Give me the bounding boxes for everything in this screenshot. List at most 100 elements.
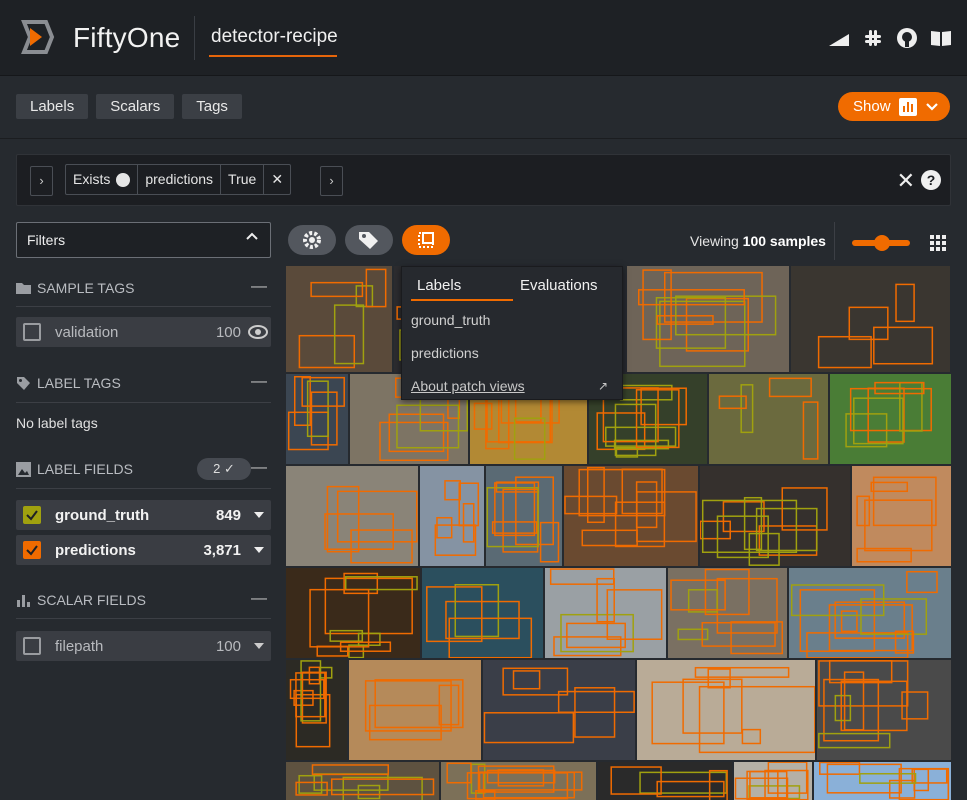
sample-thumbnail[interactable]: [709, 374, 828, 464]
external-link-icon[interactable]: ↗: [598, 379, 608, 393]
grid-icon[interactable]: [930, 235, 946, 251]
detection-boxes: [434, 480, 480, 556]
popover-tab-labels[interactable]: Labels: [417, 277, 461, 294]
view-stage[interactable]: Exists? predictions True ✕: [65, 164, 292, 195]
viewing-prefix: Viewing: [690, 233, 739, 249]
detection-boxes: [486, 476, 560, 563]
scalar-field-row-filepath[interactable]: filepath 100: [16, 631, 271, 661]
sample-thumbnail[interactable]: [700, 466, 850, 566]
stage-op-label: Exists: [73, 171, 111, 187]
tag-icon: [16, 283, 31, 294]
caret-down-icon[interactable]: [254, 547, 264, 553]
sample-thumbnail[interactable]: [817, 660, 951, 760]
checkbox[interactable]: [23, 637, 41, 655]
sample-thumbnail[interactable]: [286, 762, 439, 800]
sample-thumbnail[interactable]: [422, 568, 543, 658]
stage-value[interactable]: True: [221, 165, 265, 194]
help-icon[interactable]: ?: [116, 171, 131, 187]
sample-thumbnail[interactable]: [668, 568, 787, 658]
clear-view-icon[interactable]: ✕: [897, 168, 915, 194]
sample-thumbnail[interactable]: [286, 466, 418, 566]
patches-button[interactable]: [402, 225, 450, 255]
detection-boxes: [309, 572, 418, 658]
collapse-icon[interactable]: —: [251, 373, 267, 391]
stage-op[interactable]: Exists?: [66, 165, 139, 194]
sample-tag-row[interactable]: validation 100: [16, 317, 271, 347]
filters-dropdown[interactable]: Filters: [16, 222, 271, 258]
image-icon: [16, 461, 31, 477]
label-tag-icon: [17, 376, 30, 390]
checkbox[interactable]: [23, 323, 41, 341]
sample-thumbnail[interactable]: [564, 466, 698, 566]
sample-thumbnail[interactable]: [852, 466, 951, 566]
sample-thumbnail[interactable]: [286, 660, 347, 760]
toolbar-divider: [834, 222, 835, 260]
popover-tab-evaluations[interactable]: Evaluations: [520, 277, 598, 294]
detection-boxes: [651, 666, 815, 754]
detection-boxes: [446, 762, 583, 800]
sample-thumbnail[interactable]: [441, 762, 596, 800]
sample-thumbnail[interactable]: [286, 374, 348, 464]
sample-thumbnail[interactable]: [830, 374, 951, 464]
section-sample-tags[interactable]: SAMPLE TAGS —: [16, 277, 271, 299]
section-label-tags[interactable]: LABEL TAGS —: [16, 372, 271, 394]
bar-chart-icon: [898, 97, 917, 116]
viewing-samples: 100 samples: [742, 233, 826, 249]
selected-fields-badge[interactable]: 2 ✓: [197, 458, 251, 480]
tab-scalars[interactable]: Scalars: [96, 94, 175, 119]
checkbox-checked[interactable]: [23, 506, 41, 524]
sample-thumbnail[interactable]: [545, 568, 666, 658]
stage-add-right[interactable]: ›: [320, 166, 343, 196]
view-bar[interactable]: › Exists? predictions True ✕ › ✕ ?: [16, 154, 951, 206]
check-icon: [26, 510, 38, 521]
field-count: 3,871: [203, 541, 241, 559]
view-help-icon[interactable]: ?: [921, 170, 941, 190]
collapse-icon[interactable]: —: [251, 278, 267, 296]
sample-thumbnail[interactable]: [420, 466, 484, 566]
sample-thumbnail[interactable]: [627, 266, 789, 372]
collapse-icon[interactable]: —: [251, 590, 267, 608]
dataset-name[interactable]: detector-recipe: [211, 26, 338, 48]
sample-thumbnail[interactable]: [734, 762, 812, 800]
sample-thumbnail[interactable]: [286, 266, 392, 372]
sample-thumbnail[interactable]: [486, 466, 562, 566]
stage-add-left[interactable]: ›: [30, 166, 53, 196]
section-scalar-fields[interactable]: SCALAR FIELDS —: [16, 589, 271, 611]
patches-popover: Labels Evaluations ground_truth predicti…: [401, 266, 623, 400]
detection-boxes: [324, 485, 418, 564]
sample-thumbnail[interactable]: [286, 568, 420, 658]
sample-thumbnail[interactable]: [483, 660, 635, 760]
docs-icon[interactable]: [929, 26, 953, 50]
show-button[interactable]: Show: [838, 92, 950, 121]
stage-field[interactable]: predictions: [138, 165, 222, 194]
label-field-row-ground-truth[interactable]: ground_truth 849: [16, 500, 271, 530]
sample-thumbnail[interactable]: [789, 568, 951, 658]
settings-button[interactable]: [288, 225, 336, 255]
tab-labels[interactable]: Labels: [16, 94, 89, 119]
github-icon[interactable]: [895, 26, 919, 50]
chevron-down-icon: [925, 102, 938, 111]
popover-item-predictions[interactable]: predictions: [411, 345, 479, 361]
sample-thumbnail[interactable]: [791, 266, 950, 372]
zoom-slider-handle[interactable]: [874, 235, 890, 251]
sample-thumbnail[interactable]: [598, 762, 732, 800]
popover-item-ground-truth[interactable]: ground_truth: [411, 312, 490, 328]
sample-thumbnail[interactable]: [349, 660, 481, 760]
eye-icon[interactable]: [248, 325, 268, 339]
checkbox-checked[interactable]: [23, 541, 41, 559]
tag-button[interactable]: [345, 225, 393, 255]
tab-tags[interactable]: Tags: [182, 94, 242, 119]
fiftyone-logo-icon[interactable]: [16, 16, 58, 58]
caret-down-icon[interactable]: [254, 643, 264, 649]
collapse-icon[interactable]: —: [251, 459, 267, 477]
about-patch-views-link[interactable]: About patch views: [411, 378, 525, 394]
detection-boxes: [700, 487, 828, 566]
stage-delete-icon[interactable]: ✕: [264, 165, 290, 194]
app-brand[interactable]: FiftyOne: [73, 22, 180, 54]
sample-thumbnail[interactable]: [637, 660, 815, 760]
sample-thumbnail[interactable]: [814, 762, 951, 800]
label-field-row-predictions[interactable]: predictions 3,871: [16, 535, 271, 565]
caret-down-icon[interactable]: [254, 512, 264, 518]
show-button-label: Show: [853, 98, 891, 115]
slack-icon[interactable]: [861, 26, 885, 50]
